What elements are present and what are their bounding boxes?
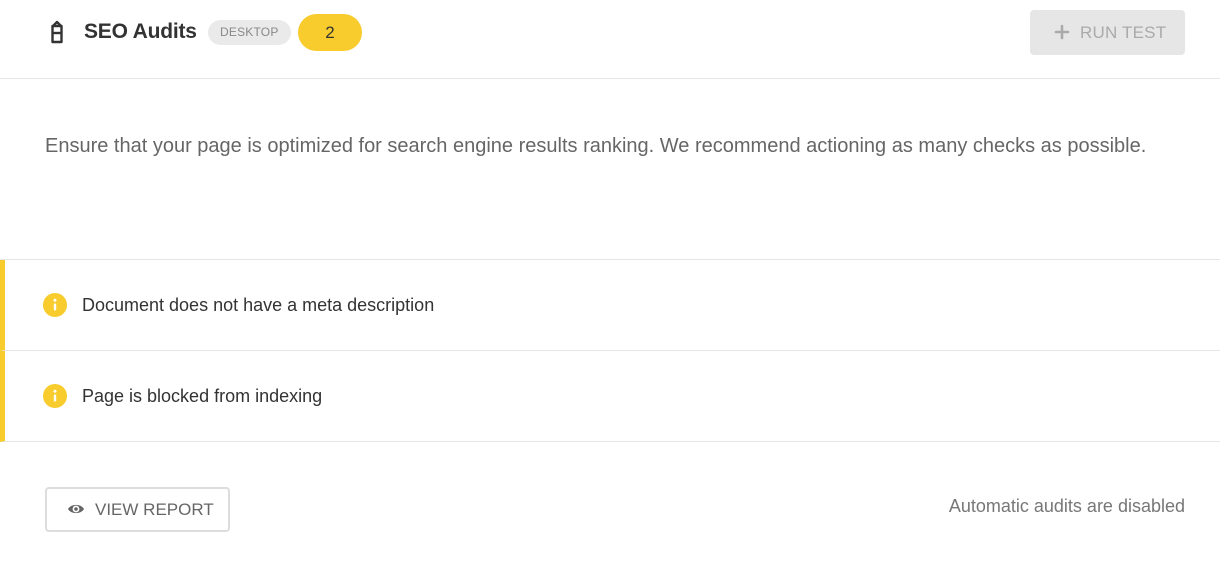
run-test-button[interactable]: RUN TEST xyxy=(1030,10,1185,55)
seo-audits-panel: SEO Audits DESKTOP 2 RUN TEST Ensure tha… xyxy=(0,0,1220,562)
audit-label: Page is blocked from indexing xyxy=(82,386,323,406)
automatic-audits-status: Automatic audits are disabled xyxy=(948,496,1185,516)
lighthouse-icon xyxy=(51,20,63,44)
view-report-label: VIEW REPORT xyxy=(95,500,214,519)
eye-icon xyxy=(68,504,84,514)
info-icon xyxy=(43,384,67,408)
page-title: SEO Audits xyxy=(84,20,197,43)
audit-row-blocked-indexing[interactable]: Page is blocked from indexing xyxy=(0,351,1220,442)
issue-count-badge: 2 xyxy=(298,14,362,51)
audit-label: Document does not have a meta descriptio… xyxy=(82,295,435,315)
info-icon xyxy=(43,293,67,317)
plus-icon xyxy=(1054,24,1070,40)
run-test-label: RUN TEST xyxy=(1080,23,1167,42)
device-tag: DESKTOP xyxy=(208,20,291,45)
view-report-button[interactable]: VIEW REPORT xyxy=(45,487,230,532)
audit-row-meta-description[interactable]: Document does not have a meta descriptio… xyxy=(0,260,1220,351)
panel-header: SEO Audits DESKTOP 2 RUN TEST xyxy=(0,0,1220,79)
audit-description: Ensure that your page is optimized for s… xyxy=(45,135,1147,157)
